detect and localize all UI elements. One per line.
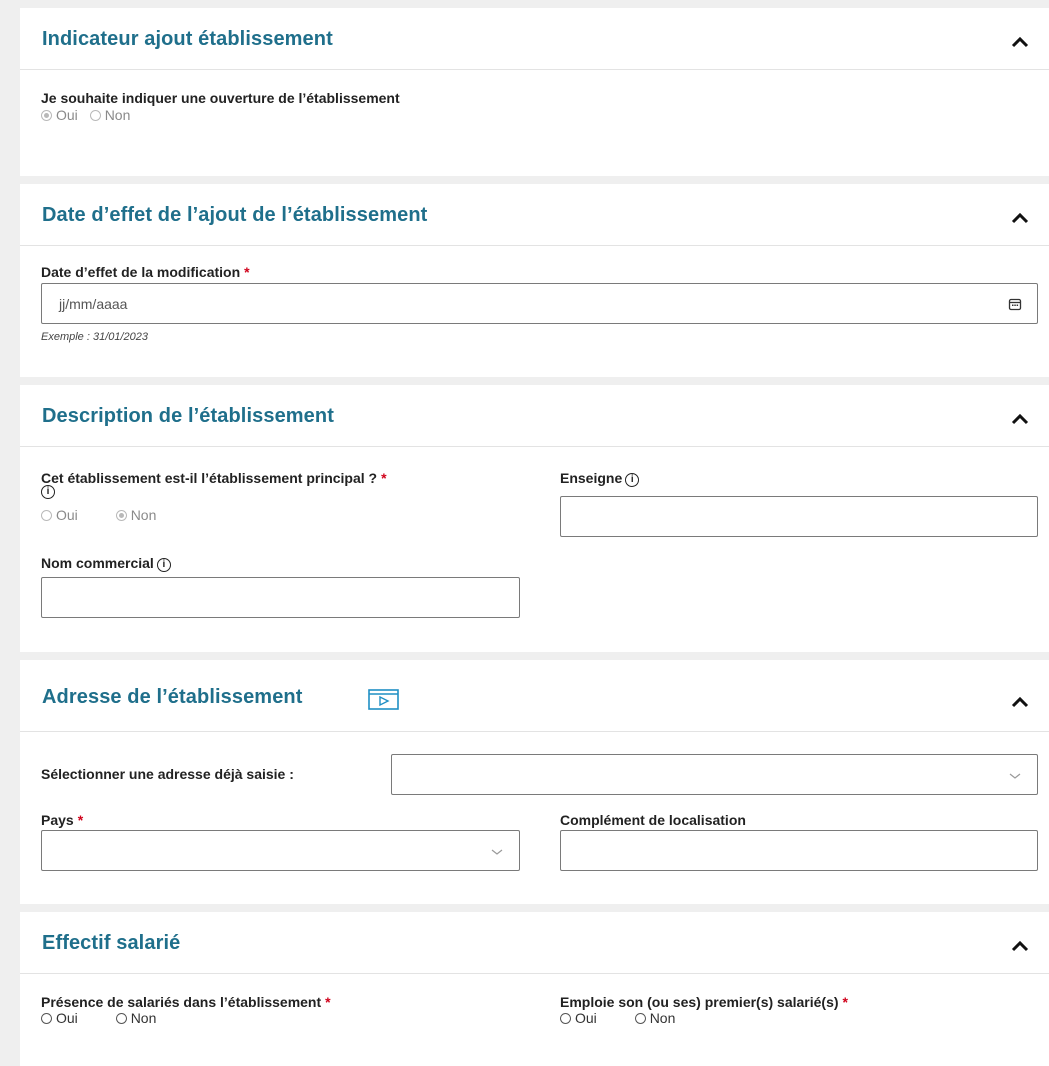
calendar-icon[interactable] bbox=[1008, 297, 1022, 311]
radio-non[interactable]: Non bbox=[115, 507, 156, 523]
radio-button[interactable] bbox=[634, 1013, 646, 1024]
chevron-up-icon[interactable] bbox=[1011, 212, 1029, 224]
select-address-label: Sélectionner une adresse déjà saisie : bbox=[41, 766, 294, 782]
section-title: Effectif salarié bbox=[42, 932, 181, 954]
section-title: Adresse de l’établissement bbox=[42, 686, 303, 708]
enseigne-label: Enseigne i bbox=[560, 470, 640, 487]
principal-label: Cet établissement est-il l’établissement… bbox=[41, 470, 387, 486]
section-effectif: Effectif salarié Présence de salariés da… bbox=[20, 912, 1049, 1066]
date-hint: Exemple : 31/01/2023 bbox=[41, 331, 149, 343]
radio-group-presence: Oui Non bbox=[41, 1010, 156, 1026]
radio-button[interactable] bbox=[560, 1013, 571, 1024]
radio-oui[interactable]: Oui bbox=[41, 1010, 78, 1026]
video-play-icon[interactable] bbox=[367, 686, 401, 712]
complement-input[interactable] bbox=[560, 830, 1038, 871]
section-header[interactable]: Description de l’établissement bbox=[20, 385, 1049, 447]
radio-non[interactable]: Non bbox=[89, 107, 130, 123]
chevron-down-icon bbox=[491, 849, 503, 855]
info-icon[interactable]: i bbox=[41, 485, 55, 499]
chevron-up-icon[interactable] bbox=[1011, 940, 1029, 952]
date-placeholder: jj/mm/aaaa bbox=[59, 296, 128, 312]
question-label: Je souhaite indiquer une ouverture de l’… bbox=[41, 90, 400, 106]
date-input[interactable]: jj/mm/aaaa bbox=[41, 283, 1038, 324]
radio-button[interactable] bbox=[41, 110, 52, 121]
radio-button[interactable] bbox=[89, 110, 101, 121]
section-header[interactable]: Date d’effet de l’ajout de l’établisseme… bbox=[20, 184, 1049, 246]
address-select[interactable] bbox=[391, 754, 1038, 795]
emploie-label: Emploie son (ou ses) premier(s) salarié(… bbox=[560, 994, 848, 1010]
enseigne-input[interactable] bbox=[560, 496, 1038, 537]
radio-oui[interactable]: Oui bbox=[41, 507, 78, 523]
pays-label: Pays * bbox=[41, 812, 84, 828]
section-header[interactable]: Indicateur ajout établissement bbox=[20, 8, 1049, 70]
section-title: Indicateur ajout établissement bbox=[42, 28, 333, 50]
section-title: Date d’effet de l’ajout de l’établisseme… bbox=[42, 204, 428, 226]
radio-oui[interactable]: Oui bbox=[41, 107, 78, 123]
nom-commercial-input[interactable] bbox=[41, 577, 520, 618]
section-date-effet: Date d’effet de l’ajout de l’établisseme… bbox=[20, 184, 1049, 377]
radio-non[interactable]: Non bbox=[115, 1010, 156, 1026]
radio-button[interactable] bbox=[41, 1013, 52, 1024]
section-header[interactable]: Adresse de l’établissement bbox=[20, 660, 1049, 732]
radio-group-principal: Oui Non bbox=[41, 507, 156, 523]
presence-label: Présence de salariés dans l’établissemen… bbox=[41, 994, 331, 1010]
section-header[interactable]: Effectif salarié bbox=[20, 912, 1049, 974]
section-description: Description de l’établissement Cet établ… bbox=[20, 385, 1049, 652]
pays-select[interactable] bbox=[41, 830, 520, 871]
nom-commercial-label: Nom commercial i bbox=[41, 555, 171, 572]
section-title: Description de l’établissement bbox=[42, 405, 334, 427]
info-icon[interactable]: i bbox=[625, 473, 640, 487]
chevron-up-icon[interactable] bbox=[1011, 696, 1029, 708]
section-adresse: Adresse de l’établissement Sélectionner … bbox=[20, 660, 1049, 904]
radio-group-ouverture: Oui Non bbox=[41, 107, 130, 123]
info-icon[interactable]: i bbox=[156, 558, 171, 572]
chevron-up-icon[interactable] bbox=[1011, 36, 1029, 48]
complement-label: Complément de localisation bbox=[560, 812, 746, 828]
radio-group-emploie: Oui Non bbox=[560, 1010, 675, 1026]
chevron-up-icon[interactable] bbox=[1011, 413, 1029, 425]
radio-oui[interactable]: Oui bbox=[560, 1010, 597, 1026]
radio-button[interactable] bbox=[115, 1013, 127, 1024]
date-label: Date d’effet de la modification * bbox=[41, 264, 250, 280]
radio-button[interactable] bbox=[41, 510, 52, 521]
radio-button[interactable] bbox=[115, 510, 127, 521]
section-indicateur: Indicateur ajout établissement Je souhai… bbox=[20, 8, 1049, 176]
radio-non[interactable]: Non bbox=[634, 1010, 675, 1026]
chevron-down-icon bbox=[1009, 773, 1021, 779]
form-page: Indicateur ajout établissement Je souhai… bbox=[8, 8, 1049, 1066]
